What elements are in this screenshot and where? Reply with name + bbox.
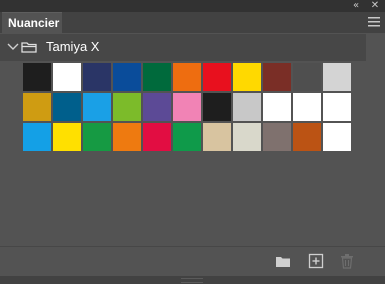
color-swatch[interactable] [293, 93, 321, 121]
tab-swatches[interactable]: Nuancier [2, 12, 62, 33]
new-group-folder-icon[interactable] [275, 253, 291, 269]
color-swatch[interactable] [113, 63, 141, 91]
tab-strip: Nuancier [0, 12, 385, 33]
color-swatch[interactable] [323, 63, 351, 91]
color-swatch[interactable] [23, 63, 51, 91]
swatch-group-header[interactable]: Tamiya X [0, 34, 366, 61]
color-swatch[interactable] [113, 123, 141, 151]
color-swatch[interactable] [83, 93, 111, 121]
swatch-group-name: Tamiya X [46, 39, 100, 54]
grip-lines [181, 278, 203, 283]
color-swatch[interactable] [143, 123, 171, 151]
color-swatch[interactable] [83, 63, 111, 91]
panel-resize-grip[interactable] [0, 276, 385, 284]
panel-menu-icon[interactable] [367, 16, 381, 28]
panel-top-bar: « ✕ [0, 0, 385, 12]
color-swatch[interactable] [293, 123, 321, 151]
color-swatch[interactable] [173, 63, 201, 91]
color-swatch[interactable] [203, 93, 231, 121]
collapse-panels-icon[interactable]: « [350, 0, 362, 12]
color-swatch[interactable] [233, 93, 261, 121]
panel-bottom-toolbar [0, 246, 385, 276]
color-swatch[interactable] [263, 63, 291, 91]
folder-icon [21, 42, 37, 53]
color-swatch[interactable] [233, 123, 261, 151]
close-panel-icon[interactable]: ✕ [369, 0, 381, 12]
color-swatch[interactable] [323, 93, 351, 121]
color-swatch[interactable] [323, 123, 351, 151]
color-swatch[interactable] [53, 123, 81, 151]
delete-icon[interactable] [339, 253, 355, 269]
chevron-down-icon[interactable] [7, 42, 19, 52]
color-swatch[interactable] [23, 123, 51, 151]
color-swatch[interactable] [83, 123, 111, 151]
new-swatch-icon[interactable] [308, 253, 324, 269]
color-swatch[interactable] [143, 63, 171, 91]
tab-label: Nuancier [8, 16, 60, 30]
color-swatch[interactable] [113, 93, 141, 121]
color-swatch[interactable] [263, 93, 291, 121]
color-swatch[interactable] [203, 63, 231, 91]
color-swatch[interactable] [173, 123, 201, 151]
color-swatch[interactable] [23, 93, 51, 121]
color-swatch[interactable] [53, 63, 81, 91]
color-swatch[interactable] [173, 93, 201, 121]
color-swatch[interactable] [143, 93, 171, 121]
color-swatch[interactable] [203, 123, 231, 151]
color-swatch[interactable] [263, 123, 291, 151]
color-swatch[interactable] [293, 63, 321, 91]
color-swatch[interactable] [53, 93, 81, 121]
color-swatch[interactable] [233, 63, 261, 91]
